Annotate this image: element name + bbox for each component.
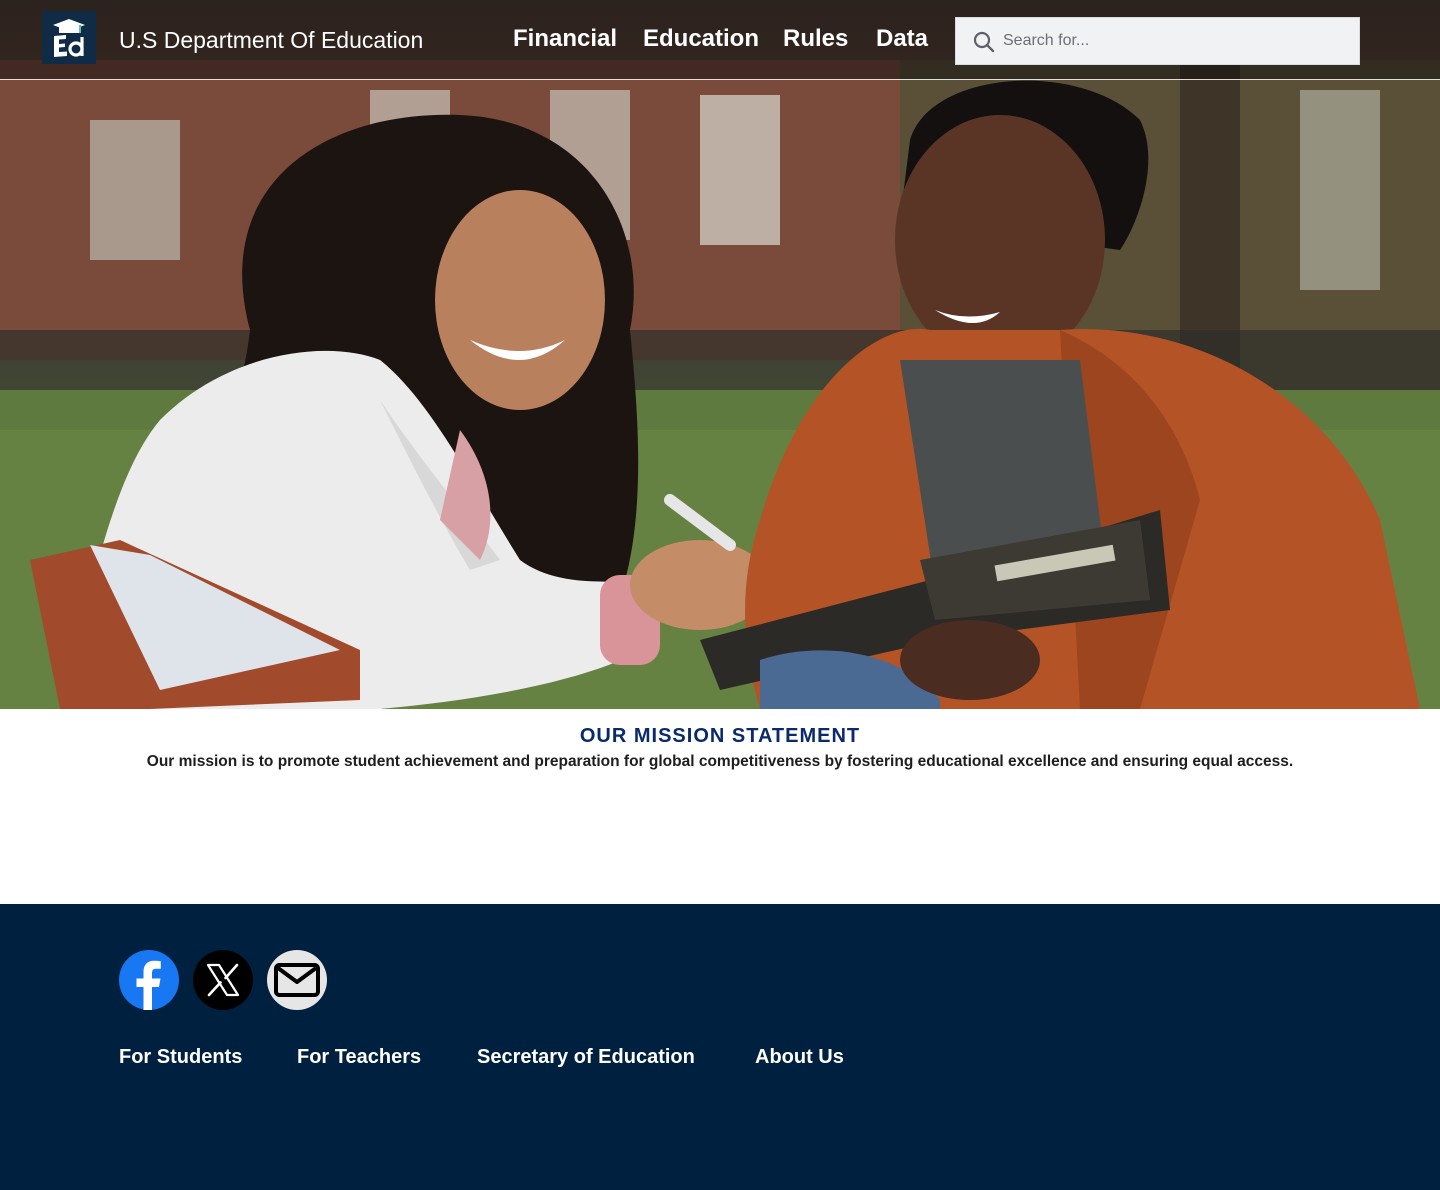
hero-image xyxy=(0,0,1440,709)
x-twitter-icon xyxy=(193,950,253,1010)
footer-link-for-teachers[interactable]: For Teachers xyxy=(297,1046,421,1069)
facebook-icon xyxy=(119,950,179,1010)
hero-photo-illustration xyxy=(0,60,1440,709)
footer-link-secretary[interactable]: Secretary of Education xyxy=(477,1046,695,1069)
search-input[interactable] xyxy=(1003,18,1348,64)
facebook-button[interactable] xyxy=(119,950,179,1010)
search-box xyxy=(955,17,1360,65)
email-icon xyxy=(267,950,327,1010)
site-footer: For Students For Teachers Secretary of E… xyxy=(0,904,1440,1190)
footer-link-about-us[interactable]: About Us xyxy=(755,1046,844,1069)
site-title[interactable]: U.S Department Of Education xyxy=(119,27,423,54)
x-twitter-button[interactable] xyxy=(193,950,253,1010)
nav-financial[interactable]: Financial xyxy=(513,25,617,53)
ed-logo[interactable] xyxy=(42,11,96,64)
nav-data[interactable]: Data xyxy=(876,25,928,53)
email-button[interactable] xyxy=(267,950,327,1010)
mission-title: OUR MISSION STATEMENT xyxy=(579,725,861,747)
mission-text: Our mission is to promote student achiev… xyxy=(146,753,1294,770)
nav-education[interactable]: Education xyxy=(643,25,759,53)
graduation-cap-icon xyxy=(42,11,96,64)
site-header: U.S Department Of Education Financial Ed… xyxy=(0,0,1440,80)
footer-link-for-students[interactable]: For Students xyxy=(119,1046,242,1069)
nav-rules[interactable]: Rules xyxy=(783,25,848,53)
search-icon[interactable] xyxy=(973,31,995,53)
